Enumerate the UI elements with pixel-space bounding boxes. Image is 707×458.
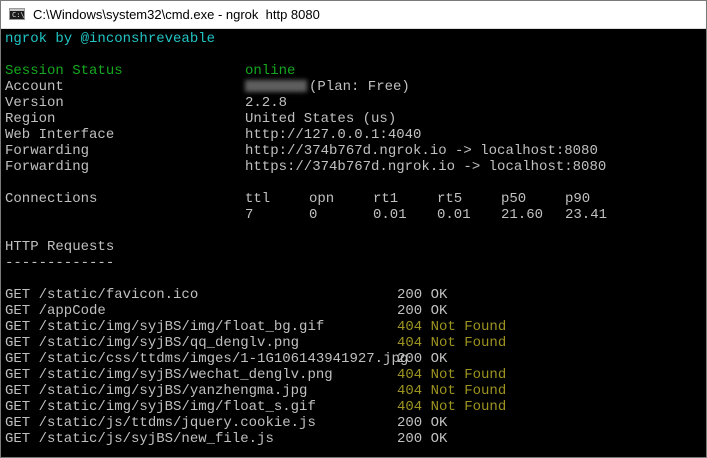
- conn-val-opn: 0: [309, 207, 318, 223]
- cmd-icon[interactable]: C:\: [9, 8, 25, 20]
- conn-col-p90: p90: [565, 191, 591, 207]
- conn-col-rt1: rt1: [373, 191, 399, 207]
- conn-val-rt5: 0.01: [437, 207, 471, 223]
- web-interface-value[interactable]: http://127.0.0.1:4040: [245, 127, 421, 143]
- request-path: GET /static/img/syjBS/yanzhengma.jpg: [5, 383, 308, 399]
- conn-col-p50: p50: [501, 191, 527, 207]
- request-status: 404 Not Found: [397, 383, 507, 399]
- version-value: 2.2.8: [245, 95, 288, 111]
- web-interface-label: Web Interface: [5, 127, 115, 143]
- window-title: C:\Windows\system32\cmd.exe - ngrok http…: [33, 7, 320, 22]
- request-status: 200 OK: [397, 415, 448, 431]
- redacted-account-name: [245, 80, 307, 93]
- connections-label: Connections: [5, 191, 98, 207]
- title-bar[interactable]: C:\ C:\Windows\system32\cmd.exe - ngrok …: [1, 1, 706, 29]
- forwarding-label-https: Forwarding: [5, 159, 90, 175]
- session-status-label: Session Status: [5, 63, 123, 79]
- cmd-window: C:\ C:\Windows\system32\cmd.exe - ngrok …: [0, 0, 707, 458]
- request-status: 200 OK: [397, 351, 448, 367]
- request-status: 200 OK: [397, 431, 448, 447]
- ngrok-banner: ngrok by @inconshreveable: [5, 31, 216, 47]
- request-status: 200 OK: [397, 287, 448, 303]
- region-value: United States (us): [245, 111, 397, 127]
- request-path: GET /static/css/ttdms/imges/1-1G10614394…: [5, 351, 409, 367]
- version-label: Version: [5, 95, 64, 111]
- request-path: GET /static/js/ttdms/jquery.cookie.js: [5, 415, 316, 431]
- forwarding-https-value[interactable]: https://374b767d.ngrok.io -> localhost:8…: [245, 159, 606, 175]
- account-value-row: (Plan: Free): [245, 79, 410, 95]
- request-status: 200 OK: [397, 303, 448, 319]
- conn-col-ttl: ttl: [245, 191, 271, 207]
- conn-col-rt5: rt5: [437, 191, 463, 207]
- conn-val-rt1: 0.01: [373, 207, 407, 223]
- request-status: 404 Not Found: [397, 367, 507, 383]
- request-path: GET /appCode: [5, 303, 106, 319]
- region-label: Region: [5, 111, 56, 127]
- forwarding-http-value[interactable]: http://374b767d.ngrok.io -> localhost:80…: [245, 143, 598, 159]
- account-plan: (Plan: Free): [309, 79, 410, 95]
- request-path: GET /static/img/syjBS/img/float_s.gif: [5, 399, 316, 415]
- conn-val-p50: 21.60: [501, 207, 544, 223]
- request-path: GET /static/img/syjBS/qq_denglv.png: [5, 335, 300, 351]
- conn-col-opn: opn: [309, 191, 335, 207]
- request-path: GET /static/img/syjBS/wechat_denglv.png: [5, 367, 333, 383]
- http-requests-underline: -------------: [5, 255, 115, 271]
- request-path: GET /static/img/syjBS/img/float_bg.gif: [5, 319, 325, 335]
- conn-val-p90: 23.41: [565, 207, 608, 223]
- request-status: 404 Not Found: [397, 319, 507, 335]
- request-status: 404 Not Found: [397, 399, 507, 415]
- console-output[interactable]: ngrok by @inconshreveable Session Status…: [1, 29, 706, 457]
- request-path: GET /static/favicon.ico: [5, 287, 199, 303]
- http-requests-title: HTTP Requests: [5, 239, 115, 255]
- request-status: 404 Not Found: [397, 335, 507, 351]
- session-status-value: online: [245, 63, 296, 79]
- account-label: Account: [5, 79, 64, 95]
- conn-val-ttl: 7: [245, 207, 254, 223]
- request-path: GET /static/js/syjBS/new_file.js: [5, 431, 274, 447]
- forwarding-label-http: Forwarding: [5, 143, 90, 159]
